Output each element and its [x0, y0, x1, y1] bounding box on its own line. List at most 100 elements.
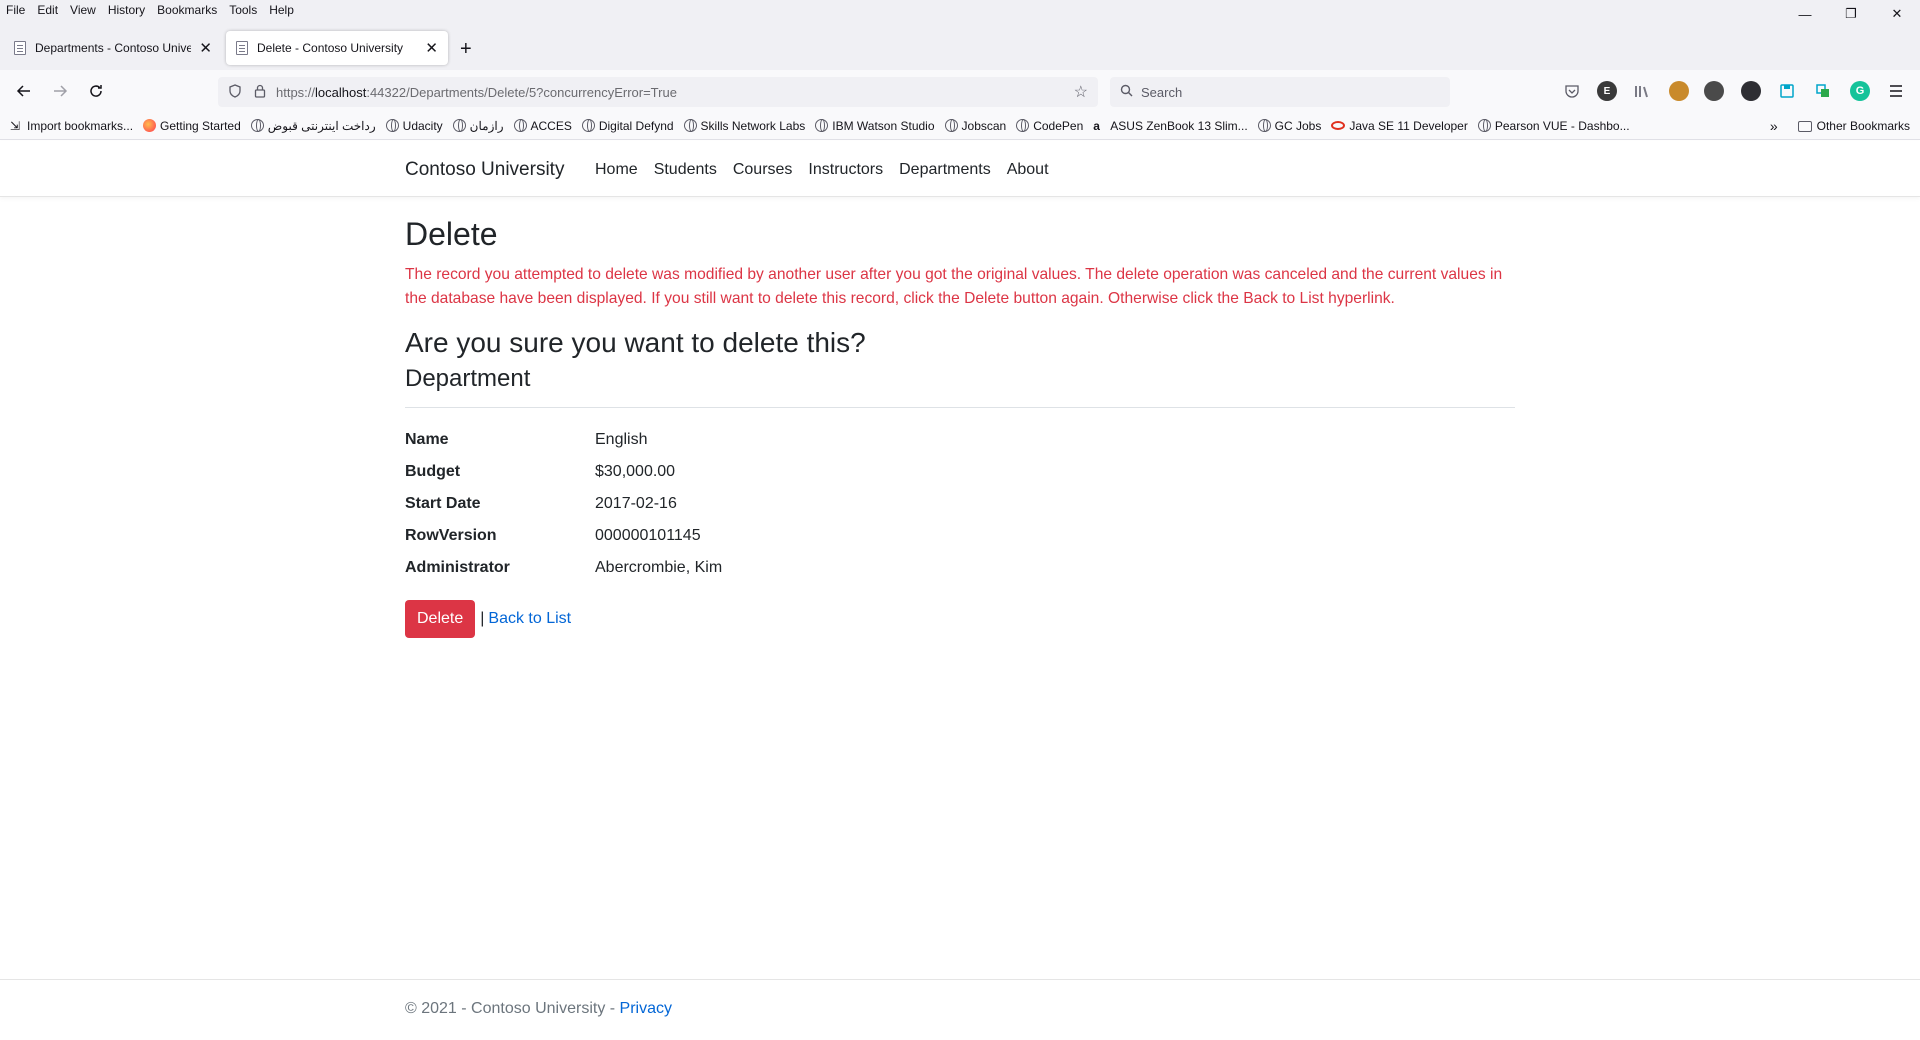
bookmark-udacity[interactable]: Udacity: [385, 119, 443, 133]
form-actions: Delete | Back to List: [405, 600, 1515, 638]
globe-icon: [944, 119, 958, 132]
detail-row-start-date: Start Date 2017-02-16: [405, 488, 1515, 520]
detail-row-administrator: Administrator Abercrombie, Kim: [405, 552, 1515, 584]
bookmark-label: رداخت اینترنتی قبوض: [267, 118, 376, 133]
ext-cluster-icon[interactable]: [1704, 81, 1724, 101]
search-placeholder: Search: [1141, 84, 1183, 100]
nav-instructors[interactable]: Instructors: [808, 161, 883, 179]
bookmark-label: Import bookmarks...: [27, 118, 134, 133]
bookmark-pearson[interactable]: Pearson VUE - Dashbo...: [1477, 118, 1630, 133]
delete-button[interactable]: Delete: [405, 600, 476, 638]
url-path: :44322/Departments/Delete/5?concurrencyE…: [366, 84, 677, 100]
url-text[interactable]: https://localhost:44322/Departments/Dele…: [276, 85, 677, 100]
url-bar[interactable]: https://localhost:44322/Departments/Dele…: [218, 77, 1098, 107]
firefox-icon: [143, 119, 157, 132]
menu-tools[interactable]: Tools: [223, 3, 263, 17]
bookmark-digital-defynd[interactable]: Digital Defynd: [581, 119, 674, 133]
bookmark-razman[interactable]: رازمان: [452, 118, 504, 133]
bookmark-label: ACCES: [530, 118, 572, 133]
bookmark-gc-jobs[interactable]: GC Jobs: [1257, 119, 1321, 133]
privacy-link[interactable]: Privacy: [620, 1000, 672, 1017]
other-bookmarks[interactable]: Other Bookmarks: [1817, 119, 1910, 133]
nav-courses[interactable]: Courses: [733, 161, 793, 179]
detail-value: Abercrombie, Kim: [595, 559, 723, 576]
detail-label: Budget: [405, 463, 461, 480]
tab-title: Delete - Contoso University: [257, 41, 404, 55]
detail-value: 2017-02-16: [595, 495, 677, 512]
separator: |: [480, 610, 485, 627]
site-footer: © 2021 - Contoso University - Privacy: [0, 979, 1920, 1040]
navigation-toolbar: https://localhost:44322/Departments/Dele…: [0, 70, 1920, 112]
grammarly-icon[interactable]: G: [1850, 81, 1870, 101]
globe-icon: [815, 119, 829, 132]
detail-value: English: [595, 431, 648, 448]
bookmarks-toolbar: ⇲ Import bookmarks... Getting Started ردا…: [0, 112, 1920, 140]
tab-delete[interactable]: Delete - Contoso University ✕: [226, 31, 448, 65]
bookmark-asus[interactable]: a ASUS ZenBook 13 Slim...: [1093, 119, 1247, 134]
nav-students[interactable]: Students: [654, 161, 717, 179]
bookmark-import[interactable]: ⇲ Import bookmarks...: [10, 118, 134, 134]
bookmark-label: رازمان: [469, 118, 504, 133]
detail-row-budget: Budget $30,000.00: [405, 456, 1515, 488]
lock-icon[interactable]: [254, 84, 266, 101]
sync-icon[interactable]: [1813, 81, 1833, 101]
library-icon[interactable]: [1632, 81, 1652, 101]
menu-edit[interactable]: Edit: [31, 3, 64, 17]
page-icon: [14, 41, 26, 55]
bookmark-codepen[interactable]: CodePen: [1016, 119, 1083, 133]
profile-icon[interactable]: [1669, 81, 1689, 101]
menu-view[interactable]: View: [64, 3, 102, 17]
detail-value: 000000101145: [595, 527, 701, 544]
forward-arrow-icon[interactable]: [48, 79, 72, 103]
menu-file[interactable]: File: [0, 3, 31, 17]
menu-history[interactable]: History: [102, 3, 151, 17]
bookmark-skills-network[interactable]: Skills Network Labs: [683, 118, 806, 133]
new-tab-icon[interactable]: +: [460, 38, 472, 61]
back-arrow-icon[interactable]: [12, 79, 36, 103]
nav-departments[interactable]: Departments: [899, 161, 991, 179]
bookmark-jobscan[interactable]: Jobscan: [944, 118, 1007, 133]
bookmark-label: IBM Watson Studio: [832, 118, 935, 133]
menu-icon[interactable]: [1886, 81, 1906, 101]
footer-text: © 2021 - Contoso University - Privacy: [405, 1000, 672, 1018]
save-icon[interactable]: [1777, 81, 1797, 101]
detail-row-name: Name English: [405, 424, 1515, 456]
amazon-icon: a: [1093, 119, 1100, 133]
entity-heading: Department: [405, 365, 531, 392]
brand-link[interactable]: Contoso University: [405, 159, 564, 181]
search-input[interactable]: Search: [1110, 77, 1450, 107]
bookmark-label: Skills Network Labs: [700, 118, 806, 133]
back-to-list-link[interactable]: Back to List: [488, 610, 571, 628]
bookmark-ibm-watson[interactable]: IBM Watson Studio: [815, 118, 935, 133]
globe-icon: [452, 119, 466, 132]
ext-e-icon[interactable]: E: [1597, 81, 1617, 101]
bookmark-getting-started[interactable]: Getting Started: [143, 119, 241, 133]
menu-bookmarks[interactable]: Bookmarks: [151, 3, 223, 17]
pocket-icon[interactable]: [1562, 81, 1582, 101]
reload-icon[interactable]: [84, 79, 108, 103]
site-header: Contoso University Home Students Courses…: [0, 141, 1920, 197]
concurrency-error-message: The record you attempted to delete was m…: [405, 266, 1503, 307]
bookmark-java-se[interactable]: Java SE 11 Developer: [1331, 119, 1468, 133]
chevron-double-right-icon[interactable]: »: [1770, 118, 1778, 134]
bookmark-acces[interactable]: ACCES: [513, 118, 572, 133]
bookmark-star-icon[interactable]: ☆: [1074, 82, 1088, 102]
globe-icon: [1477, 119, 1491, 132]
bookmark-bill-payment[interactable]: رداخت اینترنتی قبوض: [250, 118, 376, 133]
ext-link-icon[interactable]: [1741, 81, 1761, 101]
tracking-shield-icon[interactable]: [228, 83, 242, 101]
close-tab-icon[interactable]: ✕: [199, 39, 212, 57]
nav-home[interactable]: Home: [595, 161, 638, 179]
bookmarks-overflow: » Other Bookmarks: [1770, 112, 1910, 140]
menu-help[interactable]: Help: [263, 3, 300, 17]
details-list: Name English Budget $30,000.00 Start Dat…: [405, 424, 1515, 584]
bookmark-label: Jobscan: [961, 118, 1007, 133]
nav-about[interactable]: About: [1007, 161, 1049, 179]
tab-departments[interactable]: Departments - Contoso University ✕: [4, 31, 222, 65]
oracle-icon: [1331, 121, 1346, 130]
copyright-text: © 2021 - Contoso University -: [405, 1000, 620, 1017]
tab-title: Departments - Contoso University: [35, 41, 192, 55]
close-tab-icon[interactable]: ✕: [425, 39, 438, 57]
folder-icon: [1797, 120, 1812, 132]
bookmark-label: Pearson VUE - Dashbo...: [1494, 118, 1630, 133]
